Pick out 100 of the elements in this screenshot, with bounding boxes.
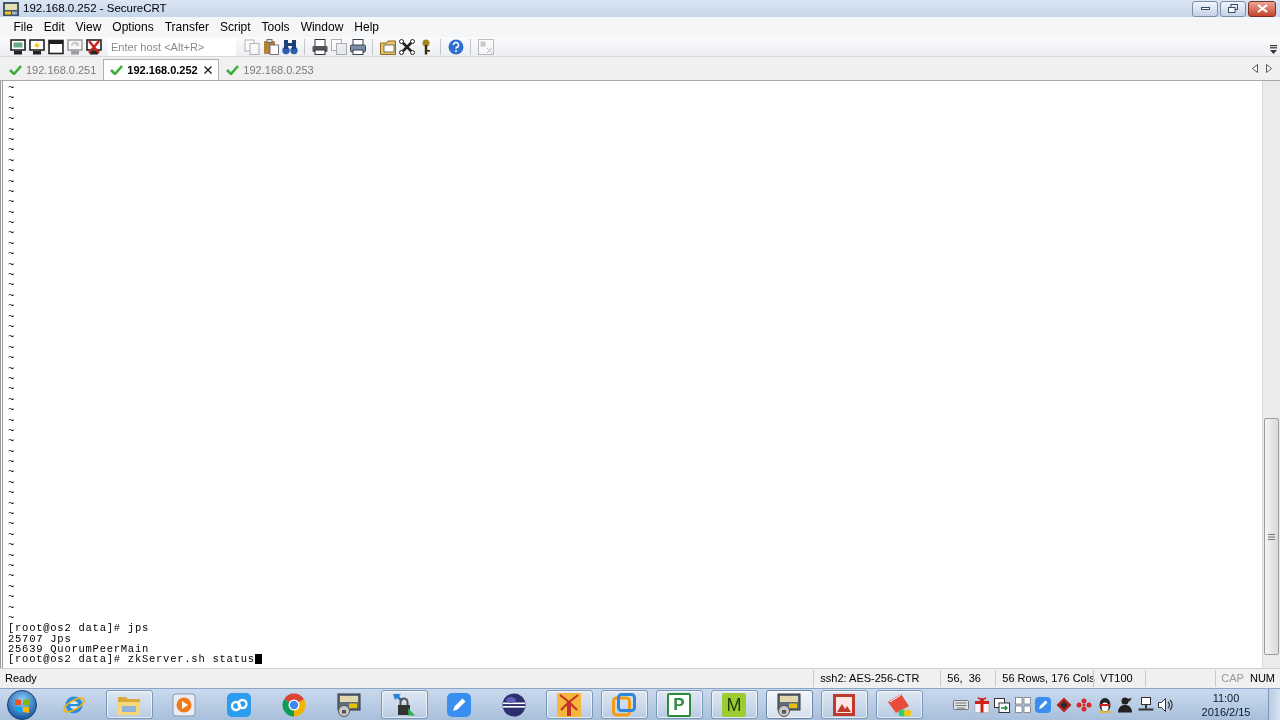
monitor-cross-icon[interactable]: [85, 38, 102, 55]
terminal-line: ~: [8, 384, 16, 395]
terminal-line: ~: [8, 571, 16, 582]
taskbar-button[interactable]: M: [710, 690, 758, 719]
printer-icon[interactable]: [349, 38, 366, 55]
taskbar-button[interactable]: [820, 690, 868, 719]
menu-item[interactable]: File: [8, 18, 39, 36]
restore-icon: [1228, 4, 1238, 13]
pen-icon[interactable]: [447, 692, 471, 717]
terminal-line: ~: [8, 322, 16, 333]
tab[interactable]: 192.168.0.252: [103, 59, 220, 80]
terminal-line: ~: [8, 498, 16, 509]
notepad-icon: [887, 692, 911, 717]
taskbar-button[interactable]: P: [655, 690, 703, 719]
clock-date: 2016/2/15: [1201, 704, 1251, 719]
play-icon[interactable]: [172, 692, 196, 717]
menu-item[interactable]: Window: [295, 18, 349, 36]
monitor-bolt-icon[interactable]: [28, 38, 45, 55]
menu-item[interactable]: Edit: [38, 18, 71, 36]
menu-item[interactable]: Help: [348, 18, 385, 36]
dots-icon[interactable]: [1076, 696, 1092, 713]
terminal-line: ~: [8, 228, 16, 239]
terminal-line: ~: [8, 166, 16, 177]
close-icon[interactable]: [204, 66, 213, 74]
scrollbar[interactable]: [1262, 81, 1280, 668]
minimize-icon: [1200, 7, 1210, 10]
taskbar-button[interactable]: [765, 690, 813, 719]
crossed-tools-icon[interactable]: [398, 38, 415, 55]
menu-item[interactable]: Script: [214, 18, 257, 36]
terminal-line: ~: [8, 270, 16, 281]
tab[interactable]: 192.168.0.253: [219, 59, 321, 80]
terminal-line: ~: [8, 186, 16, 198]
close-button[interactable]: [1248, 0, 1276, 17]
scroll-left-icon[interactable]: [1252, 64, 1258, 73]
minimize-button[interactable]: [1192, 0, 1218, 17]
terminal-line: ~: [8, 83, 16, 94]
terminal-line: ~: [8, 218, 16, 229]
clock-time: 11:00: [1212, 690, 1240, 705]
terminal-line: ~: [8, 259, 16, 271]
clipboard-icon[interactable]: [262, 38, 279, 55]
grip-icon: [1268, 533, 1275, 540]
speaker-icon[interactable]: [1158, 696, 1174, 713]
terminal-line: 25707 Jps: [8, 633, 72, 645]
folder-window-icon[interactable]: [379, 38, 396, 55]
terminal-line: ~: [8, 332, 16, 343]
monitor-icon[interactable]: [9, 38, 26, 55]
screen-lock-icon[interactable]: [337, 692, 361, 717]
sphere-icon[interactable]: [502, 692, 526, 717]
taskbar-button[interactable]: [545, 690, 593, 719]
figure-icon[interactable]: [1117, 696, 1133, 713]
menu-item[interactable]: View: [70, 18, 107, 36]
terminal-line: ~: [8, 197, 16, 208]
terminal-line: ~: [8, 540, 16, 551]
app-logo: P: [667, 692, 691, 717]
help-icon[interactable]: [447, 38, 464, 55]
cursor-position: 56, 36: [940, 670, 996, 687]
terminal-line: ~: [8, 176, 16, 187]
emulation-label: VT100: [1093, 670, 1146, 687]
terminal-line: ~: [8, 103, 16, 115]
cloud-icon[interactable]: [227, 692, 251, 717]
lock-indicator: CAP: [1220, 671, 1245, 686]
terminal-line: ~: [8, 581, 16, 593]
app-logo: M: [722, 692, 746, 717]
toolbar-chevron-icon[interactable]: [1270, 45, 1277, 54]
terminal-line: ~: [8, 602, 16, 613]
terminal-line: ~: [8, 280, 16, 291]
terminal-line: ~: [8, 519, 16, 530]
terminal-line: 25639 QuorumPeerMain: [8, 644, 150, 655]
tab[interactable]: 192.168.0.251: [2, 59, 104, 80]
network-icon[interactable]: [1137, 696, 1154, 713]
ribbon-icon[interactable]: [973, 696, 990, 713]
terminal-line: ~: [8, 145, 16, 156]
menu-item[interactable]: Transfer: [159, 18, 215, 36]
close-icon: [1256, 4, 1268, 13]
scroll-right-icon[interactable]: [1266, 64, 1272, 73]
window-title: 192.168.0.252 - SecureCRT: [23, 0, 167, 16]
terminal-line: ~: [8, 415, 16, 426]
window-arrow-icon[interactable]: [994, 696, 1010, 713]
taskbar-button[interactable]: [380, 690, 428, 719]
terminal-line: ~: [8, 124, 16, 135]
host-field[interactable]: Enter host <Alt+R>: [108, 37, 236, 56]
restore-button[interactable]: [1220, 0, 1246, 17]
window-icon[interactable]: [47, 38, 64, 55]
terminal-line: ~: [8, 249, 16, 260]
binoculars-icon[interactable]: [281, 38, 298, 55]
terminal-line: ~: [8, 612, 16, 624]
page-printer-icon[interactable]: [311, 38, 328, 55]
terminal-line: ~: [8, 446, 16, 458]
terminal-line: ~: [8, 405, 16, 416]
diamond-icon[interactable]: [1055, 696, 1072, 713]
scrollbar-thumb[interactable]: [1264, 418, 1279, 655]
cipher-label: ssh2: AES-256-CTR: [813, 670, 941, 687]
squares-icon: [612, 692, 636, 717]
wheel-icon[interactable]: [282, 692, 306, 717]
terminal-line: ~: [8, 529, 16, 541]
menu-item[interactable]: Tools: [256, 18, 296, 36]
start-orb-icon[interactable]: [6, 689, 38, 720]
terminal-line: ~: [8, 425, 16, 437]
terminal-line: ~: [8, 114, 16, 125]
menu-item[interactable]: Options: [106, 18, 160, 36]
